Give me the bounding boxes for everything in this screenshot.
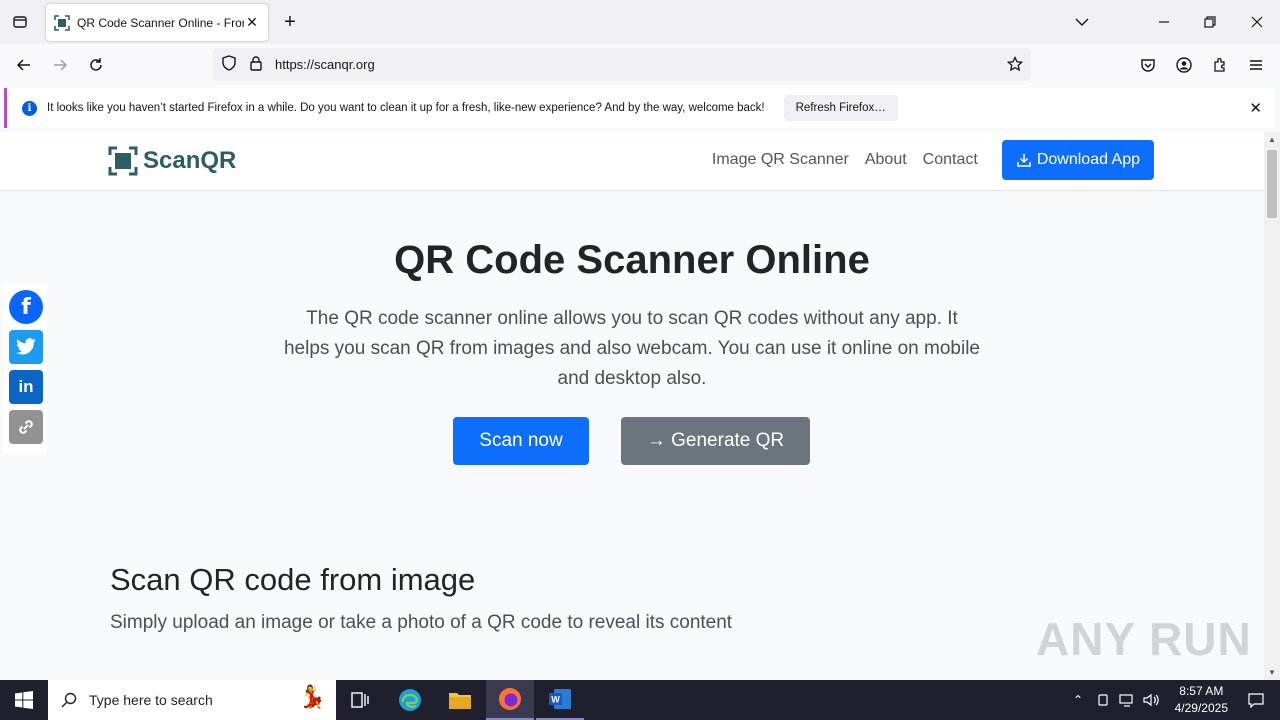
site-logo[interactable]: ScanQR	[108, 146, 236, 176]
notification-message: It looks like you haven’t started Firefo…	[47, 102, 765, 114]
browser-tab-strip: QR Code Scanner Online - From ✕ +	[0, 0, 1280, 44]
url-bar[interactable]: https://scanqr.org	[213, 48, 1031, 81]
page-viewport: ScanQR Image QR Scanner About Contact Do…	[0, 132, 1264, 680]
task-view-icon[interactable]	[336, 680, 384, 720]
refresh-firefox-notification: i It looks like you haven’t started Fire…	[4, 88, 1274, 128]
download-app-button[interactable]: Download App	[1001, 140, 1154, 180]
scroll-down-arrow-icon[interactable]: ▼	[1268, 668, 1276, 677]
file-explorer-icon[interactable]	[436, 680, 484, 720]
device-icon[interactable]	[1092, 680, 1114, 720]
browser-tab-active[interactable]: QR Code Scanner Online - From ✕	[46, 4, 268, 41]
back-icon[interactable]	[12, 53, 36, 77]
notification-center-icon[interactable]	[1232, 680, 1280, 720]
close-tab-icon[interactable]: ✕	[244, 14, 260, 31]
svg-text:W: W	[551, 695, 560, 705]
taskbar-search-box[interactable]: Type here to search 💃	[48, 680, 336, 720]
search-icon	[61, 692, 77, 708]
taskbar-search-placeholder: Type here to search	[89, 692, 213, 708]
search-highlight-icon: 💃	[298, 684, 326, 709]
word-icon[interactable]: W	[536, 680, 584, 720]
copy-link-icon[interactable]	[9, 410, 43, 444]
app-menu-icon[interactable]	[1244, 53, 1268, 77]
facebook-share-icon[interactable]: f	[9, 290, 43, 324]
close-window-icon[interactable]	[1245, 10, 1269, 34]
volume-icon[interactable]	[1140, 680, 1162, 720]
taskbar-clock[interactable]: 8:57 AM 4/29/2025	[1175, 683, 1228, 717]
new-tab-icon[interactable]: +	[278, 10, 302, 34]
network-icon[interactable]	[1116, 680, 1138, 720]
scroll-up-arrow-icon[interactable]: ▲	[1268, 135, 1276, 144]
firefox-taskbar-icon[interactable]	[486, 680, 534, 720]
info-icon: i	[22, 100, 37, 116]
anyrun-watermark: ANY RUN	[1036, 613, 1252, 665]
show-hidden-icons-chevron-icon[interactable]: ⌃	[1066, 680, 1090, 720]
site-nav: Image QR Scanner About Contact Download …	[712, 140, 1154, 180]
social-share-bar: f in	[3, 284, 47, 453]
tab-title: QR Code Scanner Online - From	[77, 15, 244, 30]
download-icon	[1017, 154, 1031, 167]
hero-title: QR Code Scanner Online	[394, 238, 870, 282]
site-favicon-icon	[54, 14, 70, 31]
reload-icon[interactable]	[84, 53, 108, 77]
scrollbar-thumb[interactable]	[1267, 150, 1277, 218]
download-app-label: Download App	[1036, 151, 1140, 168]
nav-about[interactable]: About	[865, 151, 907, 169]
nav-contact[interactable]: Contact	[923, 151, 978, 169]
site-header: ScanQR Image QR Scanner About Contact Do…	[0, 132, 1264, 191]
section-subtitle: Simply upload an image or take a photo o…	[110, 612, 733, 633]
nav-image-qr-scanner[interactable]: Image QR Scanner	[712, 151, 849, 169]
refresh-firefox-button[interactable]: Refresh Firefox…	[783, 95, 898, 121]
url-text: https://scanqr.org	[275, 57, 375, 72]
firefox-view-icon[interactable]	[8, 10, 32, 34]
logo-text: ScanQR	[143, 147, 237, 174]
account-icon[interactable]	[1172, 53, 1196, 77]
hero-description: The QR code scanner online allows you to…	[283, 308, 980, 389]
windows-taskbar: Type here to search 💃 W ⌃ 8:57 AM 4/29/2…	[0, 680, 1280, 720]
close-notification-icon[interactable]: ✕	[1249, 99, 1262, 117]
pocket-icon[interactable]	[1136, 53, 1160, 77]
windows-start-icon[interactable]	[0, 680, 48, 720]
twitter-share-icon[interactable]	[9, 330, 43, 364]
bookmark-star-icon[interactable]	[1006, 55, 1024, 75]
edge-icon[interactable]	[386, 680, 434, 720]
tracking-protection-shield-icon[interactable]	[221, 55, 239, 74]
qr-scan-logo-icon	[108, 146, 138, 176]
clock-time: 8:57 AM	[1179, 684, 1224, 698]
browser-toolbar: https://scanqr.org	[0, 44, 1280, 86]
page-scrollbar[interactable]: ▲ ▼	[1264, 132, 1280, 680]
clock-date: 4/29/2025	[1174, 701, 1228, 715]
list-all-tabs-icon[interactable]	[1070, 10, 1094, 34]
minimize-window-icon[interactable]	[1152, 10, 1176, 34]
forward-icon[interactable]	[48, 53, 72, 77]
linkedin-share-icon[interactable]: in	[9, 370, 43, 404]
extensions-icon[interactable]	[1208, 53, 1232, 77]
section-title: Scan QR code from image	[110, 562, 476, 597]
lock-icon[interactable]	[249, 55, 267, 74]
generate-qr-button[interactable]: → Generate QR	[621, 417, 810, 465]
scan-now-button[interactable]: Scan now	[453, 417, 589, 465]
restore-window-icon[interactable]	[1198, 10, 1222, 34]
